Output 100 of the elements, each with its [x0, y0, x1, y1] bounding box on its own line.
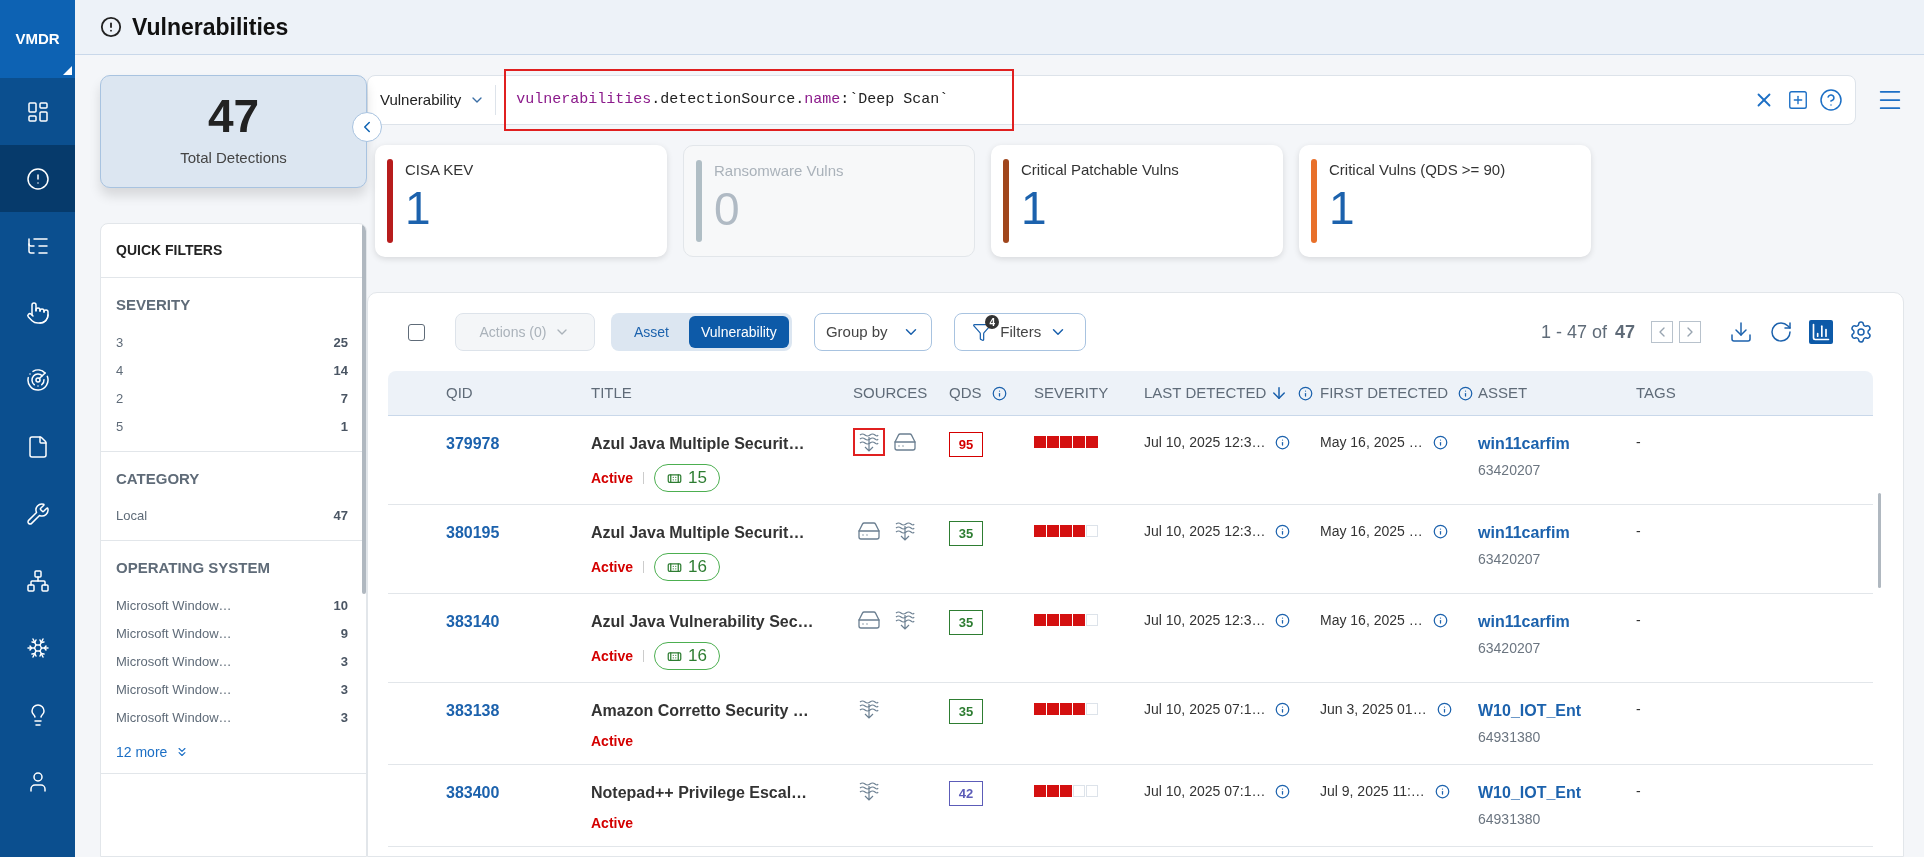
metric-card[interactable]: CISA KEV 1: [375, 145, 667, 257]
alert-icon: [100, 16, 122, 38]
network-icon: [25, 568, 50, 593]
filter-item[interactable]: 3 25: [116, 328, 351, 357]
settings-button[interactable]: [1849, 320, 1873, 344]
qid-link[interactable]: 383138: [446, 699, 591, 723]
refresh-button[interactable]: [1769, 320, 1793, 344]
metric-label: Critical Patchable Vulns: [1021, 160, 1179, 180]
product-logo[interactable]: VMDR: [0, 0, 75, 78]
section-title: CATEGORY: [116, 468, 201, 489]
settings-icon: [1849, 320, 1873, 344]
metric-label: Critical Vulns (QDS >= 90): [1329, 160, 1506, 180]
wrench-icon: [25, 501, 50, 526]
status-label: Active: [591, 732, 634, 751]
severity-square: [1073, 614, 1085, 626]
asset-link[interactable]: win11carfim: [1478, 432, 1636, 456]
scope-dropdown[interactable]: Vulnerability: [380, 85, 497, 115]
qid-link[interactable]: 383400: [446, 781, 591, 805]
bar-chart-icon: [1811, 322, 1831, 342]
info-icon: [1434, 784, 1450, 799]
metric-card[interactable]: Critical Patchable Vulns 1: [991, 145, 1283, 257]
download-button[interactable]: [1729, 320, 1753, 344]
alert-icon: [25, 166, 50, 191]
filter-item[interactable]: Microsoft Window… 3: [116, 647, 351, 676]
filter-item[interactable]: 5 1: [116, 412, 351, 441]
show-more-link[interactable]: 12 more: [116, 741, 190, 763]
filter-item[interactable]: Microsoft Window… 3: [116, 675, 351, 704]
qds-score: 42: [949, 781, 983, 806]
asset-id: 63420207: [1478, 639, 1542, 658]
asset-link[interactable]: W10_IOT_Ent: [1478, 699, 1636, 723]
filter-item[interactable]: Local 47: [116, 502, 351, 530]
filter-count-badge: 4: [985, 315, 1000, 329]
severity-square: [1060, 525, 1072, 537]
add-button[interactable]: [1787, 89, 1809, 111]
table-row[interactable]: 383140 Azul Java Vulnerability Sec… Active 16 35 Jul 10, 2025 12:3… May 16, 2025 … win11carfim 63420207 -: [388, 594, 1873, 683]
filter-item[interactable]: 2 7: [116, 384, 351, 413]
qds-score: 35: [949, 699, 983, 724]
info-icon: [1432, 524, 1448, 539]
vulnerability-title[interactable]: Azul Java Multiple Securit…: [591, 521, 853, 545]
metric-value: 1: [405, 181, 432, 234]
asset-link[interactable]: win11carfim: [1478, 610, 1636, 634]
chart-button[interactable]: [1809, 320, 1833, 344]
scrollbar[interactable]: [1878, 493, 1881, 588]
severity-square: [1086, 436, 1098, 448]
column-header[interactable]: QDS: [949, 381, 982, 405]
select-all-checkbox[interactable]: [408, 323, 425, 341]
asset-link[interactable]: win11carfim: [1478, 521, 1636, 545]
info-icon: [1432, 613, 1448, 628]
table-row[interactable]: 383400 Notepad++ Privilege Escal… Active 42 Jul 10, 2025 07:1… Jul 9, 2025 11:… W10_IOT_Ent 64931380 -: [388, 765, 1873, 847]
qid-link[interactable]: 380195: [446, 521, 591, 545]
total-label: Total Detections: [180, 148, 287, 169]
filter-item[interactable]: 4 14: [116, 356, 351, 385]
metric-value: 0: [714, 182, 741, 235]
filter-item[interactable]: Microsoft Window… 3: [116, 703, 351, 732]
filters-dropdown[interactable]: 4 Filters: [953, 313, 1086, 351]
severity-square: [1060, 614, 1072, 626]
asset-link[interactable]: W10_IOT_Ent: [1478, 781, 1636, 805]
collapse-button[interactable]: [352, 112, 382, 142]
filter-item[interactable]: Microsoft Window… 10: [116, 591, 351, 620]
view-tab[interactable]: Vulnerability: [689, 316, 789, 348]
column-header[interactable]: ASSET: [1478, 381, 1528, 405]
query-field[interactable]: vulnerabilities.detectionSource.name:`Deep Scan`: [504, 69, 1015, 131]
severity-square: [1073, 436, 1085, 448]
qid-link[interactable]: 379978: [446, 432, 591, 456]
view-tab[interactable]: Asset: [614, 316, 689, 348]
panel-title: QUICK FILTERS: [116, 241, 223, 260]
column-header[interactable]: SOURCES: [853, 381, 928, 405]
table-row[interactable]: 380195 Azul Java Multiple Securit… Active 16 35 Jul 10, 2025 12:3… May 16, 2025 … win11carfim 63420207 -: [388, 505, 1873, 594]
group-by-dropdown[interactable]: Group by: [813, 313, 932, 351]
tags-cell-text: -: [1636, 522, 1642, 541]
metric-card[interactable]: Critical Vulns (QDS >= 90) 1: [1299, 145, 1591, 257]
column-header[interactable]: SEVERITY: [1034, 381, 1109, 405]
asset-id: 63420207: [1478, 550, 1542, 569]
column-header[interactable]: TAGS: [1636, 381, 1676, 405]
column-header[interactable]: FIRST DETECTED: [1320, 381, 1449, 405]
qid-link[interactable]: 383140: [446, 610, 591, 634]
vulnerability-title[interactable]: Azul Java Multiple Securit…: [591, 432, 853, 456]
column-header[interactable]: LAST DETECTED: [1144, 381, 1267, 405]
table-row[interactable]: 383138 Amazon Corretto Security … Active 35 Jul 10, 2025 07:1… Jun 3, 2025 01… W10_IOT_Ent 64931380 -: [388, 683, 1873, 765]
column-header[interactable]: TITLE: [591, 381, 632, 405]
asset-id: 64931380: [1478, 728, 1542, 747]
filter-item[interactable]: Microsoft Window… 9: [116, 619, 351, 648]
last-detected-date: Jul 10, 2025 07:1…: [1144, 700, 1266, 719]
last-detected-date: Jul 10, 2025 12:3…: [1144, 611, 1266, 630]
vulnerability-title[interactable]: Notepad++ Privilege Escal…: [591, 781, 853, 805]
status-label: Active: [591, 468, 634, 488]
nav-item[interactable]: [0, 145, 75, 212]
info-icon: [1275, 784, 1291, 799]
vulnerability-title[interactable]: Azul Java Vulnerability Sec…: [591, 610, 853, 634]
scrollbar[interactable]: [362, 224, 366, 594]
table-row[interactable]: 379978 Azul Java Multiple Securit… Active 15 95 Jul 10, 2025 12:3… May 16, 2025 … win11carfim 63420207 -: [388, 416, 1873, 505]
pagination-range: 1 - 47 of: [1540, 320, 1607, 344]
column-header[interactable]: QID: [446, 381, 473, 405]
severity-square: [1034, 436, 1046, 448]
info-icon: [1436, 702, 1452, 717]
page-title: Vulnerabilities: [132, 12, 289, 42]
qds-score: 35: [949, 521, 983, 546]
help-button[interactable]: [1819, 88, 1843, 112]
vulnerability-title[interactable]: Amazon Corretto Security …: [591, 699, 853, 723]
dashboard-icon: [25, 99, 50, 124]
